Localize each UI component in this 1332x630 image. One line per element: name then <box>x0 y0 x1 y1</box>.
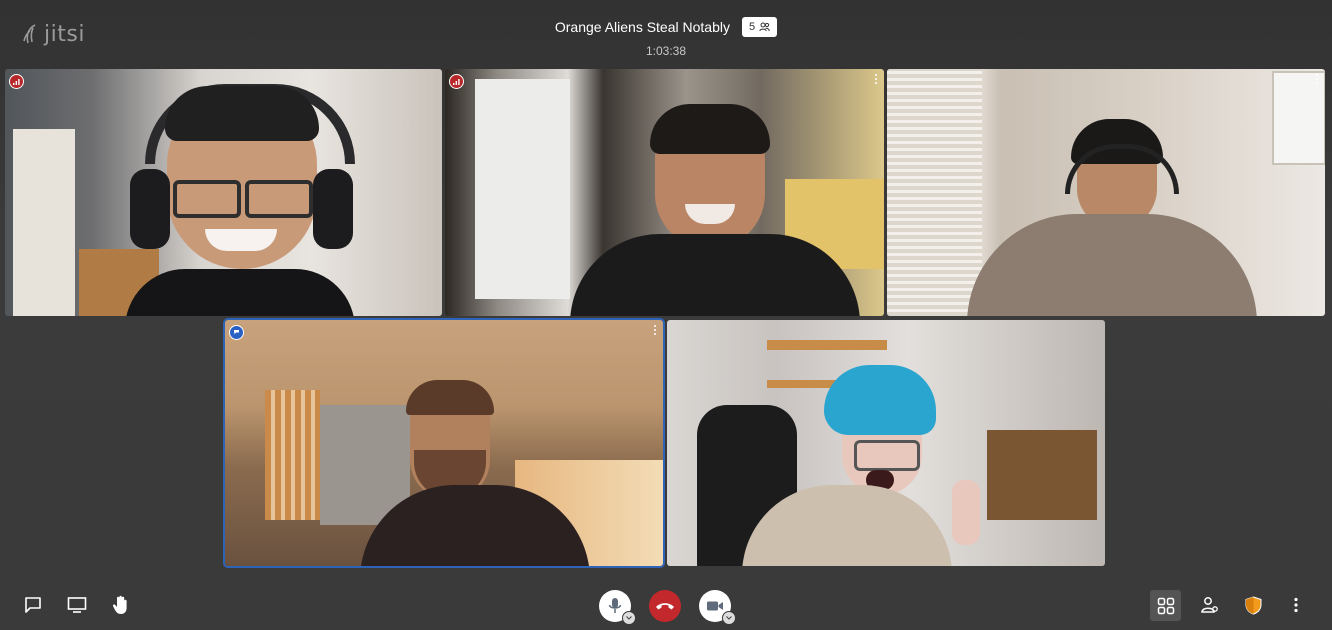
more-options-button[interactable] <box>1286 594 1306 616</box>
participants-icon <box>759 22 770 32</box>
participant-video <box>350 380 590 566</box>
participant-video <box>967 119 1257 316</box>
wall-frame <box>1272 71 1325 165</box>
security-shield-icon <box>1245 595 1261 615</box>
raise-hand-icon <box>112 595 127 614</box>
screenshare-icon <box>67 597 87 613</box>
tile-menu-icon[interactable] <box>652 325 658 335</box>
chat-button[interactable] <box>22 594 44 616</box>
security-button[interactable] <box>1241 594 1265 616</box>
dominant-speaker-indicator-icon[interactable] <box>229 325 244 340</box>
camera-icon <box>707 601 723 611</box>
raise-hand-button[interactable] <box>110 594 132 616</box>
participant-tile-1[interactable] <box>5 69 442 316</box>
tile-view-icon <box>1157 597 1174 614</box>
invite-button[interactable] <box>1198 594 1222 616</box>
conference-screen: jitsi Orange Aliens Steal Notably 5 1:03… <box>0 0 1332 630</box>
more-icon <box>1294 597 1298 613</box>
curtain <box>475 79 570 299</box>
camera-options-icon[interactable] <box>722 611 736 625</box>
participant-tile-3[interactable] <box>887 69 1325 316</box>
participant-tile-2[interactable] <box>445 69 884 316</box>
participant-video <box>570 104 860 316</box>
hangup-icon <box>656 603 674 610</box>
connection-indicator-icon[interactable] <box>449 74 464 89</box>
participant-tile-4[interactable] <box>223 318 665 568</box>
shelf <box>767 340 887 350</box>
invite-icon <box>1201 597 1218 613</box>
participant-video <box>742 365 1002 566</box>
connection-indicator-icon[interactable] <box>9 74 24 89</box>
participant-count: 5 <box>748 21 756 33</box>
participant-video <box>125 74 355 316</box>
meeting-timer: 1:03:38 <box>645 44 687 58</box>
microphone-icon <box>608 598 622 613</box>
participant-tile-5[interactable] <box>667 320 1105 566</box>
microphone-options-icon[interactable] <box>622 611 636 625</box>
tile-view-button[interactable] <box>1150 590 1181 621</box>
camera-button[interactable] <box>699 590 736 625</box>
participant-count-badge[interactable]: 5 <box>741 17 778 37</box>
tile-menu-icon[interactable] <box>1314 74 1320 84</box>
microphone-button[interactable] <box>599 590 636 625</box>
door <box>13 129 75 316</box>
desk <box>987 430 1097 520</box>
tapestry <box>265 390 320 520</box>
tile-menu-icon[interactable] <box>873 74 879 84</box>
hangup-button[interactable] <box>649 590 681 622</box>
screenshare-button[interactable] <box>65 594 89 616</box>
chat-icon <box>25 597 41 613</box>
meeting-title: Orange Aliens Steal Notably <box>554 19 730 35</box>
meeting-header: Orange Aliens Steal Notably 5 1:03:38 <box>0 17 1332 58</box>
